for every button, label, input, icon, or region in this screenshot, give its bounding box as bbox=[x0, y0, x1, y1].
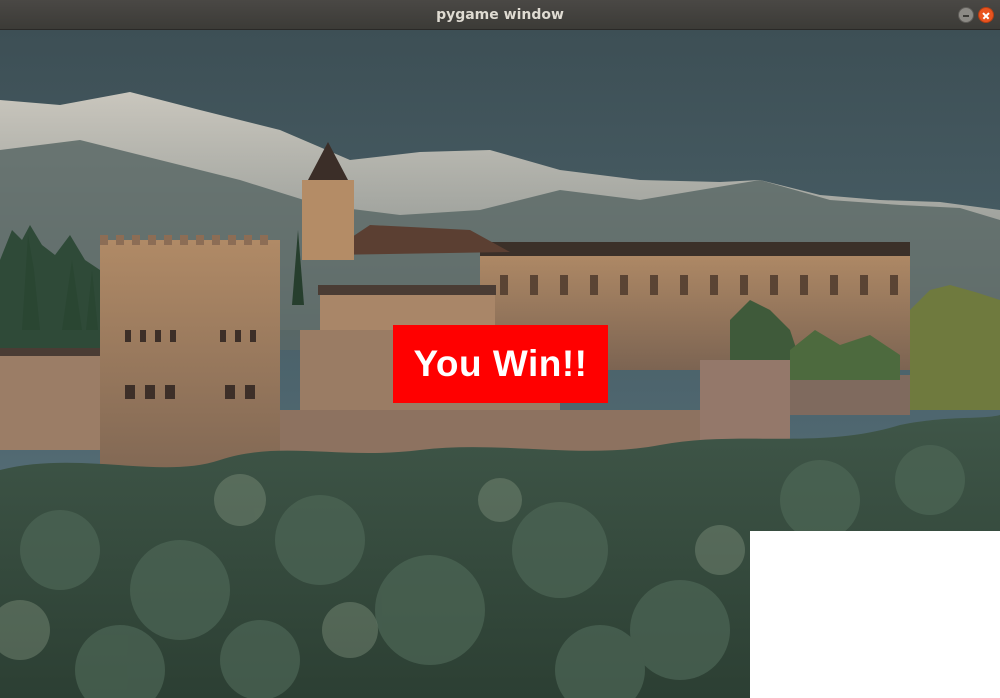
pygame-window: pygame window You Win!! bbox=[0, 0, 1000, 698]
close-icon[interactable] bbox=[978, 7, 994, 23]
title-bar[interactable]: pygame window bbox=[0, 0, 1000, 30]
win-message-text: You Win!! bbox=[413, 343, 588, 384]
minimize-icon[interactable] bbox=[958, 7, 974, 23]
white-panel bbox=[750, 531, 1000, 698]
game-canvas[interactable]: You Win!! bbox=[0, 30, 1000, 698]
window-title: pygame window bbox=[436, 7, 564, 23]
win-message-banner: You Win!! bbox=[393, 325, 608, 403]
